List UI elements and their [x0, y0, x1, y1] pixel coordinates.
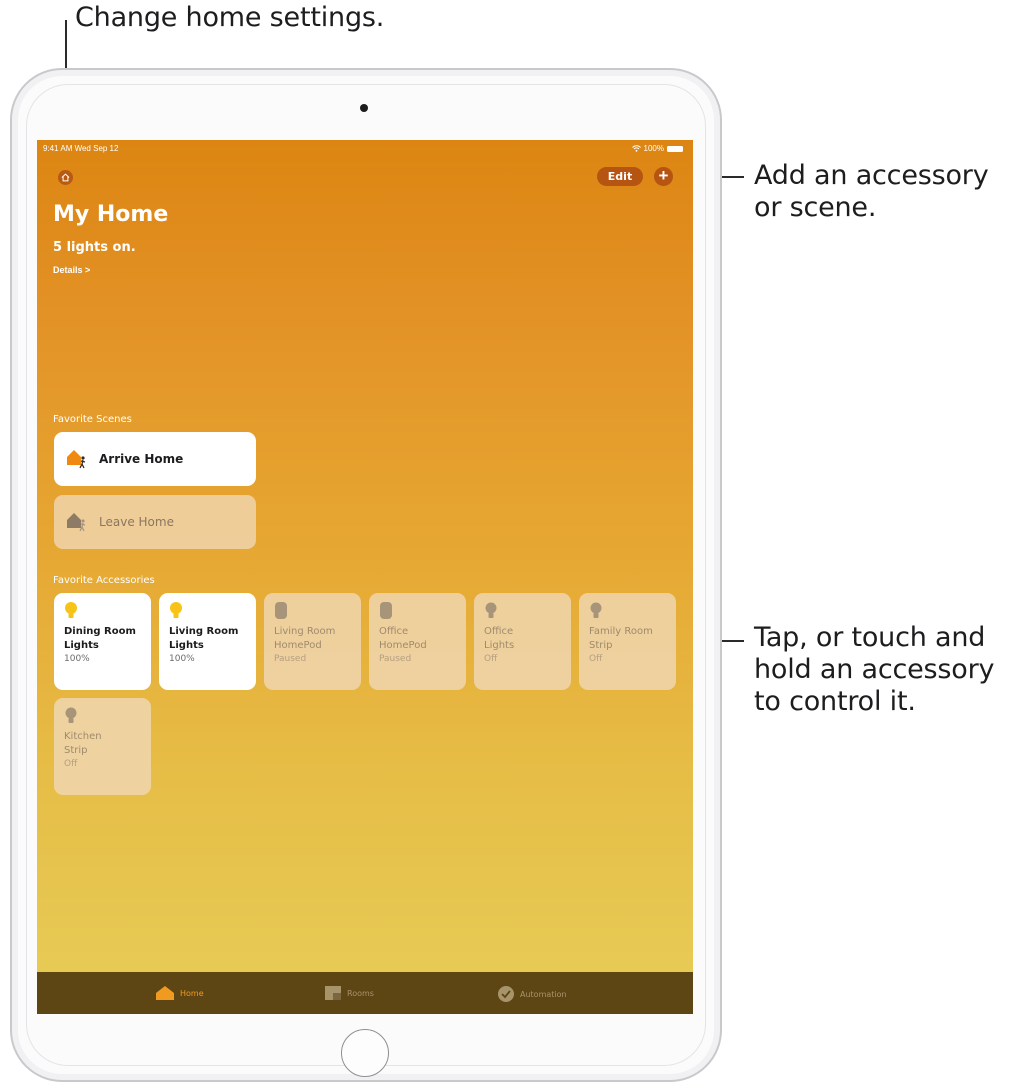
scene-label: Leave Home — [99, 515, 174, 529]
callout-tap-line3: to control it. — [754, 686, 916, 717]
callout-tap-accessory: Tap, or touch and hold an accessory to c… — [754, 622, 994, 718]
tile-living-room-homepod[interactable]: Living Room HomePod Paused — [264, 593, 361, 690]
tile-state: Paused — [274, 654, 307, 664]
tile-name: Dining Room Lights — [64, 626, 136, 651]
home-title: My Home — [53, 202, 169, 227]
home-settings-button[interactable] — [58, 170, 73, 185]
tile-name: Office HomePod — [379, 626, 427, 651]
tile-office-lights[interactable]: Office Lights Off — [474, 593, 571, 690]
tab-rooms[interactable]: Rooms — [324, 985, 374, 1001]
bulb-icon — [64, 706, 78, 726]
add-button[interactable]: + — [654, 167, 673, 186]
bulb-icon — [484, 601, 498, 621]
callout-add-accessory: Add an accessory or scene. — [754, 160, 989, 224]
tile-kitchen-strip[interactable]: Kitchen Strip Off — [54, 698, 151, 795]
tile-state: Off — [589, 654, 603, 664]
callout-change-home-settings: Change home settings. — [75, 2, 385, 33]
arrive-home-icon — [66, 448, 90, 470]
callout-tap-line2: hold an accessory — [754, 654, 995, 685]
favorite-accessories-label: Favorite Accessories — [53, 575, 155, 586]
tile-name: Office Lights — [484, 626, 515, 651]
homepod-icon — [274, 601, 288, 621]
tile-name: Kitchen Strip — [64, 731, 102, 756]
callout-add-accessory-line2: or scene. — [754, 192, 877, 223]
rooms-tab-icon — [325, 986, 341, 1000]
wifi-icon — [631, 145, 641, 152]
front-camera — [360, 104, 368, 112]
edit-button[interactable]: Edit — [597, 167, 643, 186]
tab-automation[interactable]: Automation — [497, 985, 567, 1003]
hardware-home-button[interactable] — [341, 1029, 389, 1077]
tile-family-room-strip[interactable]: Family Room Strip Off — [579, 593, 676, 690]
tile-name: Family Room Strip — [589, 626, 653, 651]
status-right: 100% — [631, 144, 683, 153]
tile-office-homepod[interactable]: Office HomePod Paused — [369, 593, 466, 690]
tile-state: 100% — [169, 654, 195, 664]
callout-add-accessory-line1: Add an accessory — [754, 160, 989, 191]
house-icon — [61, 173, 70, 182]
bulb-icon — [589, 601, 603, 621]
tab-label: Rooms — [347, 988, 374, 998]
tab-label: Home — [180, 988, 204, 998]
tile-state: 100% — [64, 654, 90, 664]
tile-name: Living Room HomePod — [274, 626, 336, 651]
details-link[interactable]: Details > — [53, 265, 90, 275]
tab-bar: Home Rooms Automation — [37, 972, 693, 1014]
battery-icon — [667, 145, 683, 152]
home-tab-icon — [156, 986, 174, 1000]
tab-home[interactable]: Home — [155, 985, 204, 1001]
homepod-icon — [379, 601, 393, 621]
scene-label: Arrive Home — [99, 452, 184, 466]
tile-dining-room-lights[interactable]: Dining Room Lights 100% — [54, 593, 151, 690]
favorite-scenes-label: Favorite Scenes — [53, 414, 132, 425]
home-status: 5 lights on. — [53, 240, 136, 255]
tab-label: Automation — [520, 989, 567, 999]
battery-percent: 100% — [643, 144, 664, 153]
home-app-screen: 9:41 AM Wed Sep 12 100% Edit + My Home 5… — [37, 140, 693, 1014]
tile-state: Off — [484, 654, 498, 664]
tile-state: Off — [64, 759, 78, 769]
scene-leave-home[interactable]: Leave Home — [54, 495, 256, 549]
callout-tap-line1: Tap, or touch and — [754, 622, 986, 653]
tile-living-room-lights[interactable]: Living Room Lights 100% — [159, 593, 256, 690]
tile-name: Living Room Lights — [169, 626, 239, 651]
bulb-icon — [64, 601, 78, 621]
automation-tab-icon — [498, 986, 514, 1002]
bulb-icon — [169, 601, 183, 621]
status-time: 9:41 AM Wed Sep 12 — [43, 144, 119, 153]
leave-home-icon — [66, 511, 90, 533]
scene-arrive-home[interactable]: Arrive Home — [54, 432, 256, 486]
tile-state: Paused — [379, 654, 412, 664]
